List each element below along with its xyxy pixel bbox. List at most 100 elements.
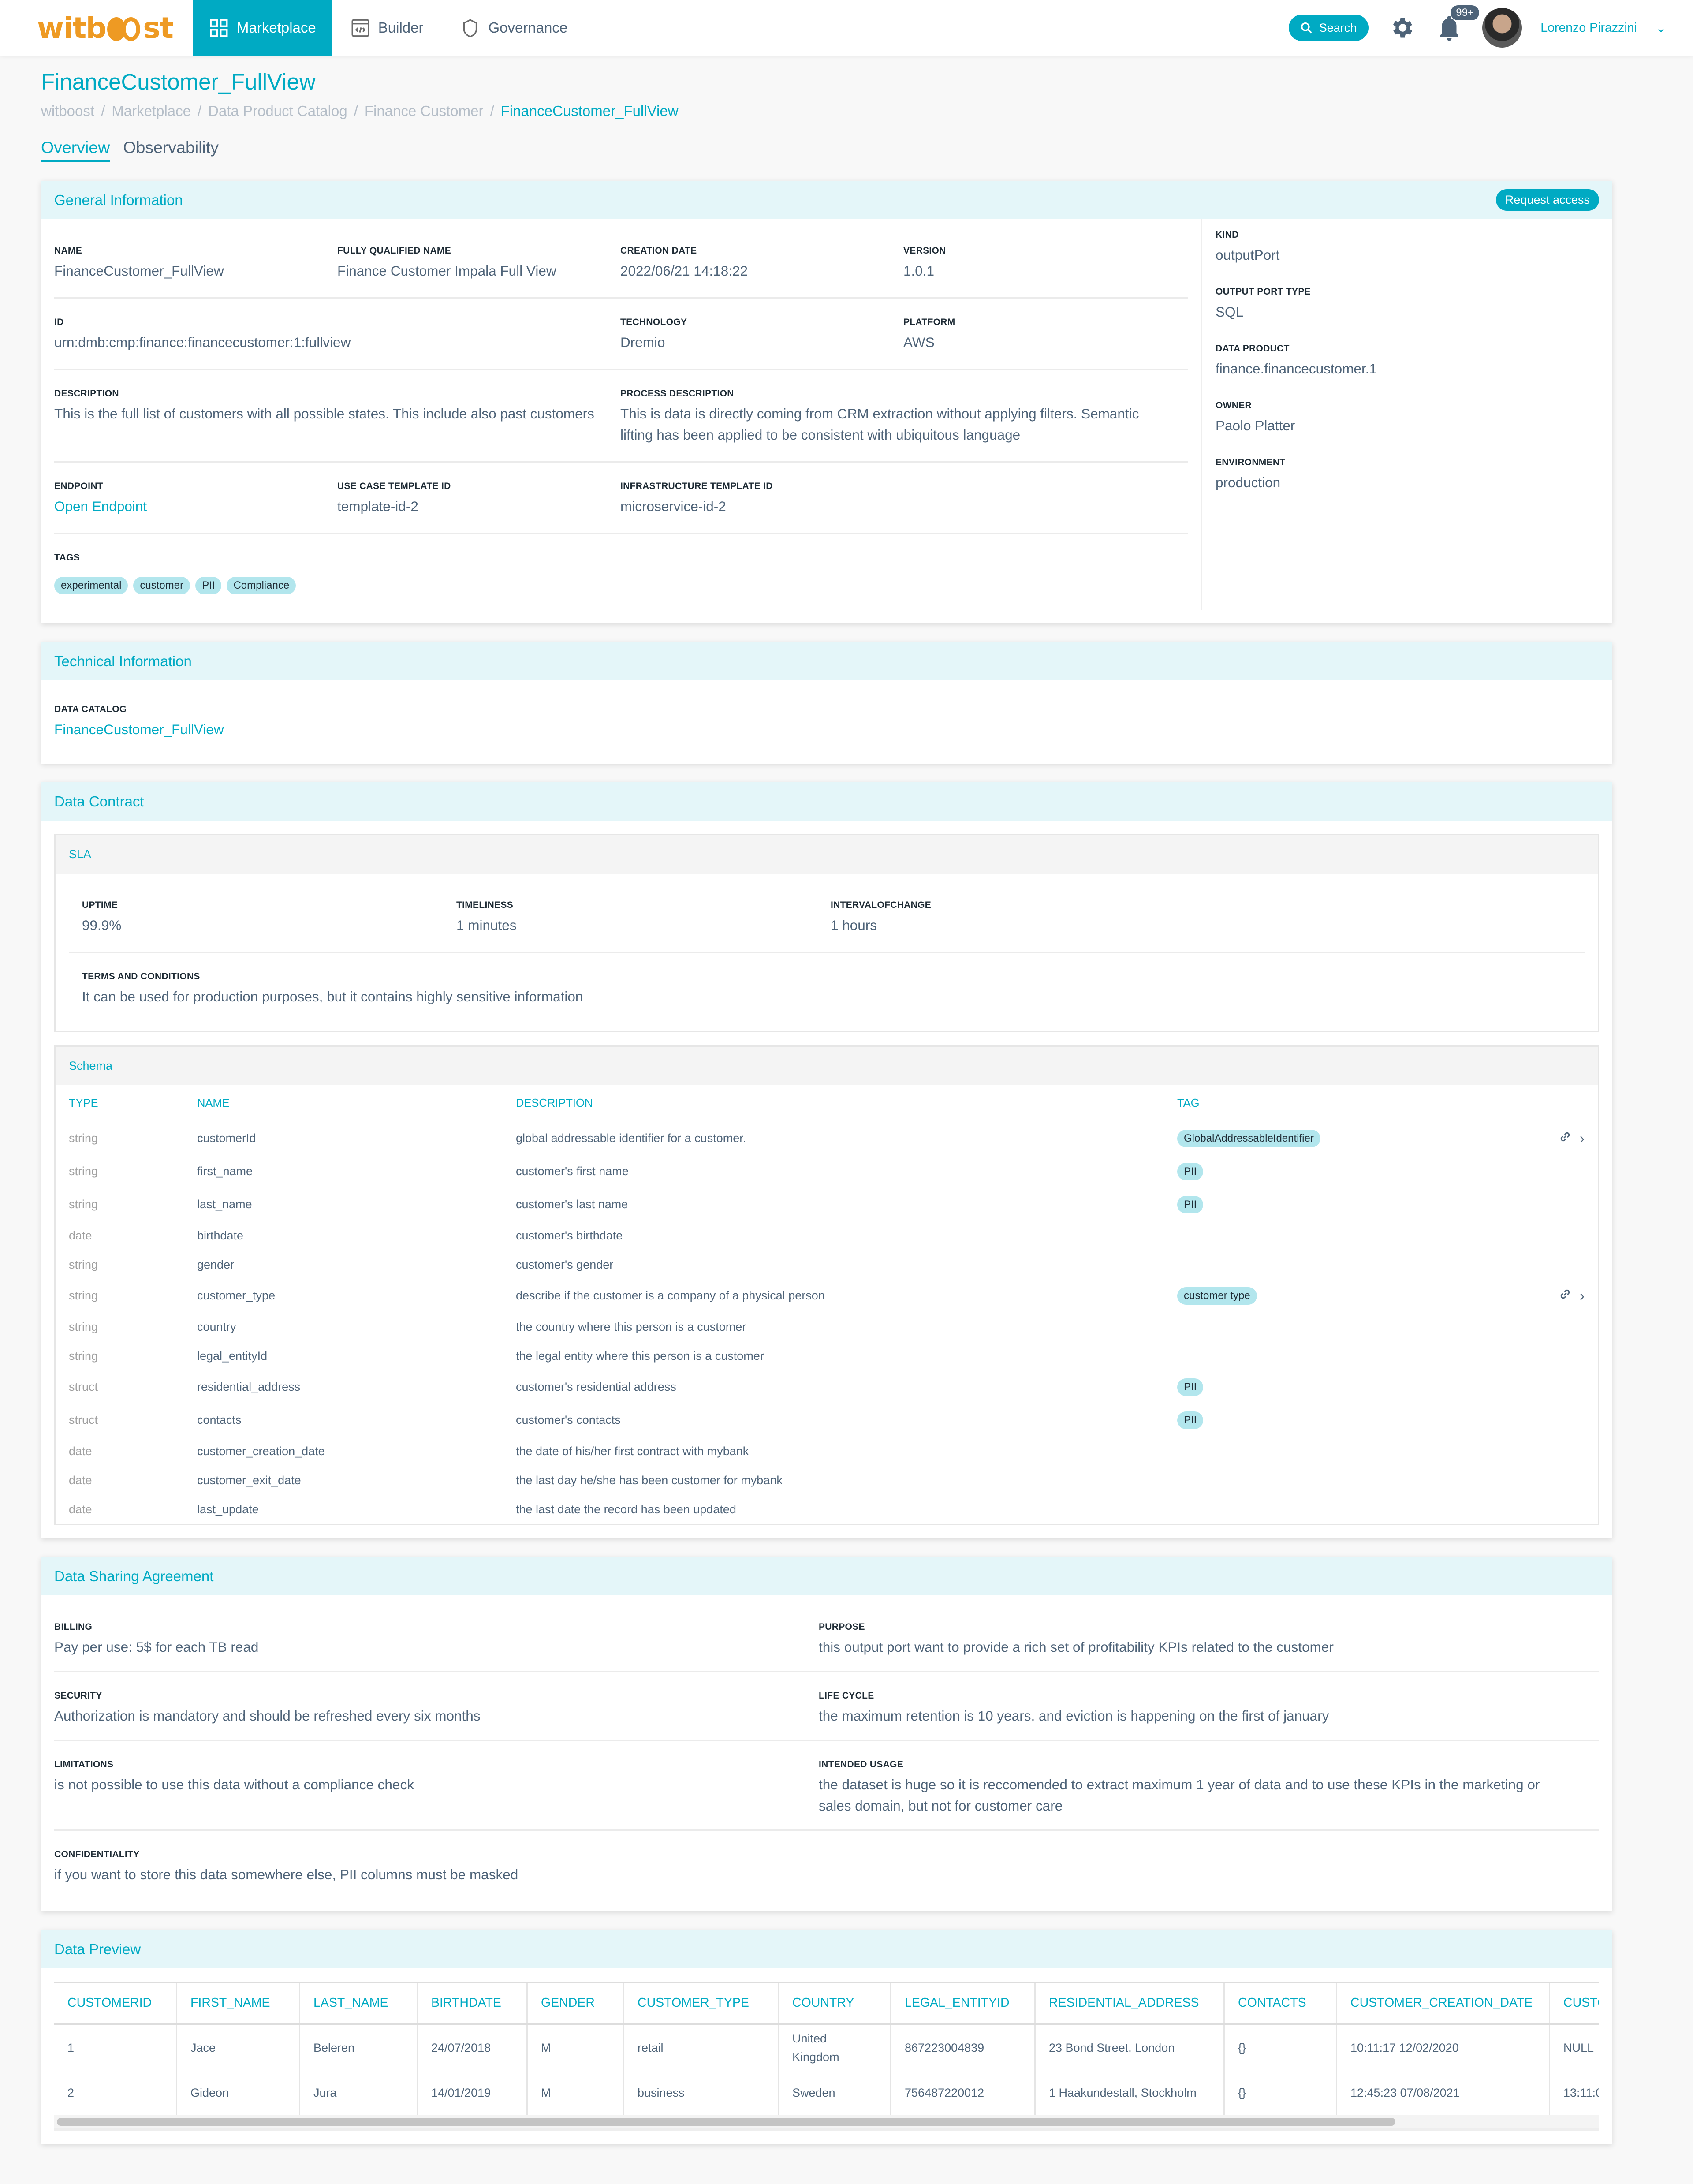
- chevron-down-icon[interactable]: ⌄: [1656, 20, 1667, 36]
- chevron-right-icon[interactable]: ›: [1580, 1130, 1585, 1147]
- schema-row: string legal_entityId the legal entity whe…: [56, 1341, 1598, 1370]
- schema-row: string customer_type describe if the custo…: [56, 1279, 1598, 1312]
- preview-body: 1 Jace Beleren 24/07/2018 Mretail United King…: [54, 2024, 1599, 2115]
- schema-description: customer's last name: [516, 1198, 628, 1211]
- schema-description: customer's contacts: [516, 1413, 621, 1426]
- data-preview-title: Data Preview: [54, 1941, 141, 1957]
- preview-column-header[interactable]: GENDER: [527, 1983, 624, 2025]
- schema-row: string customerId global addressable ident…: [56, 1122, 1598, 1155]
- dsa-body: Billing Pay per use: 5$ for each TB read …: [41, 1595, 1612, 1911]
- field-kind: Kind outputPort: [1216, 230, 1377, 265]
- schema-tag-chip: PII: [1177, 1195, 1204, 1213]
- user-avatar[interactable]: [1482, 8, 1522, 48]
- preview-column-header[interactable]: CUSTOMER_CREATION_DATE: [1336, 1983, 1550, 2025]
- sla-section: SLA Uptime 99.9% Timeliness 1 minutes inte…: [54, 834, 1599, 1032]
- schema-description: global addressable identifier for a cust…: [516, 1131, 746, 1145]
- tags-row: Tags experimental customer PII Compliance: [54, 534, 1188, 610]
- breadcrumb-separator: /: [490, 103, 494, 119]
- sla-terms-row: Terms and Conditions It can be used for p…: [69, 953, 1585, 1031]
- field-label: Uptime: [82, 900, 118, 910]
- preview-column-header[interactable]: RESIDENTIAL_ADDRESS: [1035, 1983, 1225, 2025]
- preview-column-header[interactable]: BIRTHDATE: [417, 1983, 528, 2025]
- data-preview-scroll-area: CUSTOMERID FIRST_NAME LAST_NAME BIRTHDATE GE…: [54, 1982, 1599, 2115]
- schema-name: customer_exit_date: [197, 1473, 301, 1487]
- field-value: 99.9%: [82, 917, 122, 933]
- field-value: Finance Customer Impala Full View: [337, 263, 556, 279]
- gear-icon: [1393, 18, 1413, 38]
- link-icon[interactable]: [1559, 1130, 1572, 1147]
- technical-information-header: Technical Information: [41, 642, 1612, 680]
- schema-actions: [1518, 1341, 1598, 1370]
- main-nav: Marketplace Builder Governance: [193, 0, 586, 56]
- schema-tag: [1164, 1221, 1518, 1250]
- schema-description: customer's gender: [516, 1258, 614, 1271]
- breadcrumb-witboost[interactable]: witboost: [41, 103, 94, 119]
- field-process-description: Process Description This is data is direc…: [620, 388, 1186, 445]
- top-right-actions: Search 99+ Lorenzo Pirazzini ⌄: [1288, 0, 1667, 56]
- schema-tag: customer type: [1164, 1279, 1518, 1312]
- chevron-right-icon[interactable]: ›: [1580, 1288, 1585, 1304]
- preview-row: 1 Jace Beleren 24/07/2018 Mretail United King…: [54, 2024, 1599, 2070]
- preview-row: 2 Gideon Jura 14/01/2019 Mbusiness Sweden 7564…: [54, 2070, 1599, 2115]
- preview-cell: {}: [1224, 2070, 1337, 2115]
- preview-cell: Gideon: [176, 2070, 300, 2115]
- preview-cell: M: [527, 2070, 624, 2115]
- general-information-body: Name FinanceCustomer_FullView Fully Quali…: [41, 219, 1612, 623]
- nav-marketplace[interactable]: Marketplace: [193, 0, 332, 56]
- user-name[interactable]: Lorenzo Pirazzini: [1540, 21, 1637, 35]
- settings-button[interactable]: [1387, 13, 1416, 42]
- tab-observability[interactable]: Observability: [123, 138, 219, 162]
- schema-type: date: [69, 1473, 92, 1487]
- breadcrumb-marketplace[interactable]: Marketplace: [112, 103, 191, 119]
- schema-row: date customer_exit_date the last day he/sh…: [56, 1466, 1598, 1495]
- field-label: Fully Qualified Name: [337, 246, 451, 256]
- preview-column-header[interactable]: CUSTOMERID: [54, 1983, 177, 2025]
- field-value: this output port want to provide a rich …: [819, 1639, 1334, 1655]
- link-icon[interactable]: [1559, 1288, 1572, 1304]
- data-preview-body: CUSTOMERID FIRST_NAME LAST_NAME BIRTHDATE GE…: [41, 1968, 1612, 2144]
- nav-governance[interactable]: Governance: [442, 0, 586, 56]
- breadcrumb-catalog[interactable]: Data Product Catalog: [208, 103, 347, 119]
- notifications-button[interactable]: 99+: [1435, 5, 1479, 42]
- field-data-product: Data Product finance.financecustomer.1: [1216, 343, 1377, 379]
- field-label: Terms and Conditions: [82, 971, 200, 982]
- open-endpoint-link[interactable]: Open Endpoint: [54, 496, 337, 517]
- preview-column-header[interactable]: COUNTRY: [778, 1983, 891, 2025]
- schema-description: the country where this person is a custo…: [516, 1320, 746, 1333]
- schema-name: customer_type: [197, 1289, 276, 1302]
- col-name: NAME: [197, 1097, 230, 1109]
- nav-builder[interactable]: Builder: [332, 0, 442, 56]
- preview-cell: 756487220012: [891, 2070, 1036, 2115]
- field-label: Owner: [1216, 400, 1252, 411]
- field-label: Description: [54, 388, 119, 399]
- schema-name: contacts: [197, 1413, 242, 1426]
- field-label: Life Cycle: [819, 1691, 874, 1701]
- preview-column-header[interactable]: CONTACTS: [1224, 1983, 1337, 2025]
- schema-type: string: [69, 1349, 98, 1363]
- preview-column-header[interactable]: CUSTOMER_EXIT_DATE: [1549, 1983, 1599, 2025]
- horizontal-scrollbar[interactable]: [54, 2115, 1599, 2131]
- preview-column-header[interactable]: FIRST_NAME: [176, 1983, 300, 2025]
- field-label: Creation Date: [620, 246, 697, 256]
- request-access-button[interactable]: Request access: [1495, 189, 1599, 211]
- field-value: urn:dmb:cmp:finance:financecustomer:1:fu…: [54, 334, 351, 350]
- witboost-logo[interactable]: wit b st: [0, 11, 193, 45]
- data-catalog-link[interactable]: FinanceCustomer_FullView: [54, 719, 1599, 740]
- schema-actions: [1518, 1221, 1598, 1250]
- general-info-side: Kind outputPort Output Port Type SQL Data …: [1202, 219, 1377, 610]
- field-label: Tags: [54, 553, 80, 563]
- tab-overview[interactable]: Overview: [41, 138, 110, 162]
- field-purpose: Purpose this output port want to provide …: [819, 1622, 1583, 1658]
- preview-cell: retail: [623, 2024, 779, 2070]
- scrollbar-thumb[interactable]: [57, 2118, 1395, 2126]
- field-value: finance.financecustomer.1: [1216, 361, 1377, 377]
- field-version: Version 1.0.1: [903, 246, 1186, 281]
- preview-column-header[interactable]: LEGAL_ENTITYID: [891, 1983, 1036, 2025]
- field-id: ID urn:dmb:cmp:finance:financecustomer:1:…: [54, 317, 620, 353]
- breadcrumb-finance-customer[interactable]: Finance Customer: [365, 103, 484, 119]
- field-value: 2022/06/21 14:18:22: [620, 263, 748, 279]
- preview-column-header[interactable]: CUSTOMER_TYPE: [623, 1983, 779, 2025]
- schema-body: string customerId global addressable ident…: [56, 1122, 1598, 1524]
- search-button[interactable]: Search: [1288, 15, 1369, 41]
- preview-column-header[interactable]: LAST_NAME: [299, 1983, 418, 2025]
